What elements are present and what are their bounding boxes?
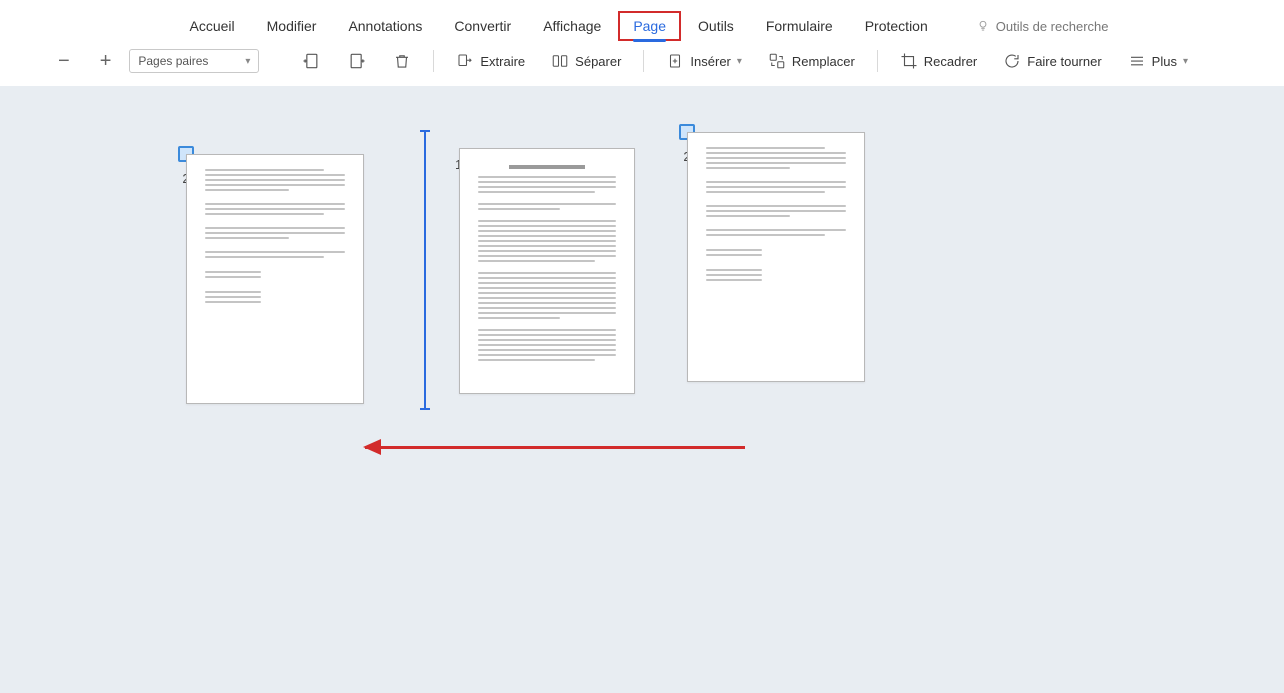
toolbar-divider bbox=[643, 50, 644, 72]
rotate-label: Faire tourner bbox=[1027, 54, 1101, 69]
chevron-down-icon: ▾ bbox=[245, 56, 250, 67]
crop-button[interactable]: Recadrer bbox=[892, 48, 985, 74]
page-left-icon bbox=[301, 51, 321, 71]
split-label: Séparer bbox=[575, 54, 621, 69]
page-thumbnail-drag[interactable]: 2 bbox=[178, 146, 194, 186]
page-right-icon bbox=[347, 51, 367, 71]
trash-icon bbox=[393, 52, 411, 70]
rotate-button[interactable]: Faire tourner bbox=[995, 48, 1109, 74]
zoom-out-button[interactable]: − bbox=[58, 50, 70, 73]
more-button[interactable]: Plus ▾ bbox=[1120, 48, 1196, 74]
chevron-down-icon: ▾ bbox=[1183, 56, 1188, 67]
insert-position-marker bbox=[424, 130, 426, 410]
replace-label: Remplacer bbox=[792, 54, 855, 69]
rotate-icon bbox=[1003, 52, 1021, 70]
page-thumbnail-2[interactable]: 2 bbox=[679, 124, 695, 164]
extract-label: Extraire bbox=[480, 54, 525, 69]
tab-convertir[interactable]: Convertir bbox=[440, 12, 525, 40]
toolbar-divider bbox=[433, 50, 434, 72]
chevron-down-icon: ▾ bbox=[737, 56, 742, 67]
tab-affichage[interactable]: Affichage bbox=[529, 12, 615, 40]
lightbulb-icon bbox=[976, 19, 990, 33]
drag-direction-arrow bbox=[365, 446, 745, 449]
extract-icon bbox=[456, 52, 474, 70]
search-tools-label: Outils de recherche bbox=[996, 19, 1109, 34]
split-icon bbox=[551, 52, 569, 70]
zoom-in-button[interactable]: + bbox=[100, 50, 112, 73]
tab-page[interactable]: Page bbox=[619, 12, 680, 40]
page-filter-value: Pages paires bbox=[138, 54, 208, 68]
more-icon bbox=[1128, 52, 1146, 70]
tab-accueil[interactable]: Accueil bbox=[176, 12, 249, 40]
insert-label: Insérer bbox=[690, 54, 730, 69]
main-tabs-row: Accueil Modifier Annotations Convertir A… bbox=[0, 0, 1284, 40]
replace-icon bbox=[768, 52, 786, 70]
insert-blank-left-button[interactable] bbox=[293, 47, 329, 75]
crop-icon bbox=[900, 52, 918, 70]
toolbar-row: − + Pages paires ▾ Extraire Séparer bbox=[0, 40, 1284, 86]
tab-protection[interactable]: Protection bbox=[851, 12, 942, 40]
insert-icon bbox=[666, 52, 684, 70]
crop-label: Recadrer bbox=[924, 54, 977, 69]
zoom-controls: − + bbox=[58, 50, 111, 73]
tab-modifier[interactable]: Modifier bbox=[253, 12, 331, 40]
toolbar-divider bbox=[877, 50, 878, 72]
tab-outils[interactable]: Outils bbox=[684, 12, 748, 40]
page-filter-select[interactable]: Pages paires ▾ bbox=[129, 49, 259, 73]
more-label: Plus bbox=[1152, 54, 1177, 69]
tab-formulaire[interactable]: Formulaire bbox=[752, 12, 847, 40]
tab-annotations[interactable]: Annotations bbox=[334, 12, 436, 40]
search-tools[interactable]: Outils de recherche bbox=[976, 19, 1109, 34]
replace-button[interactable]: Remplacer bbox=[760, 48, 863, 74]
insert-button[interactable]: Insérer ▾ bbox=[658, 48, 750, 74]
delete-page-button[interactable] bbox=[385, 48, 419, 74]
app-bar: Accueil Modifier Annotations Convertir A… bbox=[0, 0, 1284, 86]
split-button[interactable]: Séparer bbox=[543, 48, 629, 74]
page-thumbnail-1[interactable]: 1 bbox=[455, 136, 462, 172]
extract-button[interactable]: Extraire bbox=[448, 48, 533, 74]
insert-blank-right-button[interactable] bbox=[339, 47, 375, 75]
page-thumbnails-canvas: 2 bbox=[0, 86, 1284, 693]
